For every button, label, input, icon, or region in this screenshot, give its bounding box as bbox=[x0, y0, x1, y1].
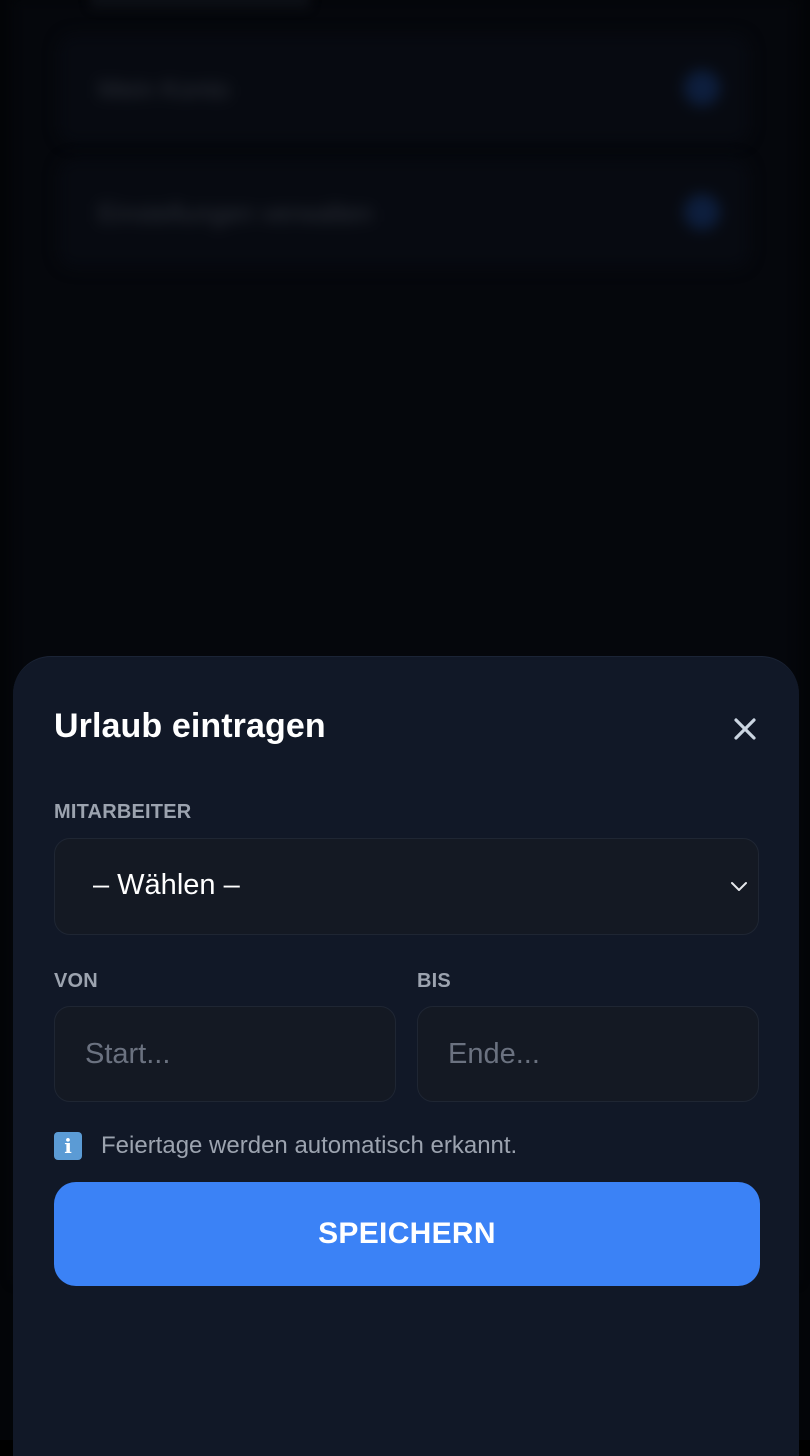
to-label: BIS bbox=[417, 970, 451, 992]
chevron-down-icon bbox=[731, 882, 747, 891]
end-date-input[interactable] bbox=[417, 1006, 759, 1102]
vacation-bottom-sheet: Urlaub eintragen MITARBEITER – Wählen – … bbox=[13, 656, 799, 1456]
save-button[interactable]: SPEICHERN bbox=[54, 1182, 760, 1286]
background-list-item-label: Mein Konto bbox=[98, 74, 230, 104]
background-header bbox=[90, 0, 310, 8]
employee-select[interactable]: – Wählen – bbox=[54, 838, 759, 935]
employee-label: MITARBEITER bbox=[54, 801, 192, 823]
background-list-item-label: Einstellungen verwalten bbox=[98, 198, 373, 228]
info-icon: i bbox=[54, 1132, 82, 1160]
employee-select-value: – Wählen – bbox=[93, 869, 240, 901]
close-icon bbox=[734, 718, 756, 740]
holiday-info-text: Feiertage werden automatisch erkannt. bbox=[101, 1132, 518, 1159]
background-toggle-icon bbox=[684, 70, 720, 106]
close-button[interactable] bbox=[725, 709, 765, 749]
background-list-item: Mein Konto bbox=[58, 34, 750, 144]
background-toggle-icon bbox=[684, 194, 720, 230]
from-label: VON bbox=[54, 970, 98, 992]
dialog-title: Urlaub eintragen bbox=[54, 707, 326, 745]
start-date-input[interactable] bbox=[54, 1006, 396, 1102]
background-list-item: Einstellungen verwalten bbox=[58, 158, 750, 268]
holiday-info: i Feiertage werden automatisch erkannt. bbox=[54, 1129, 517, 1163]
